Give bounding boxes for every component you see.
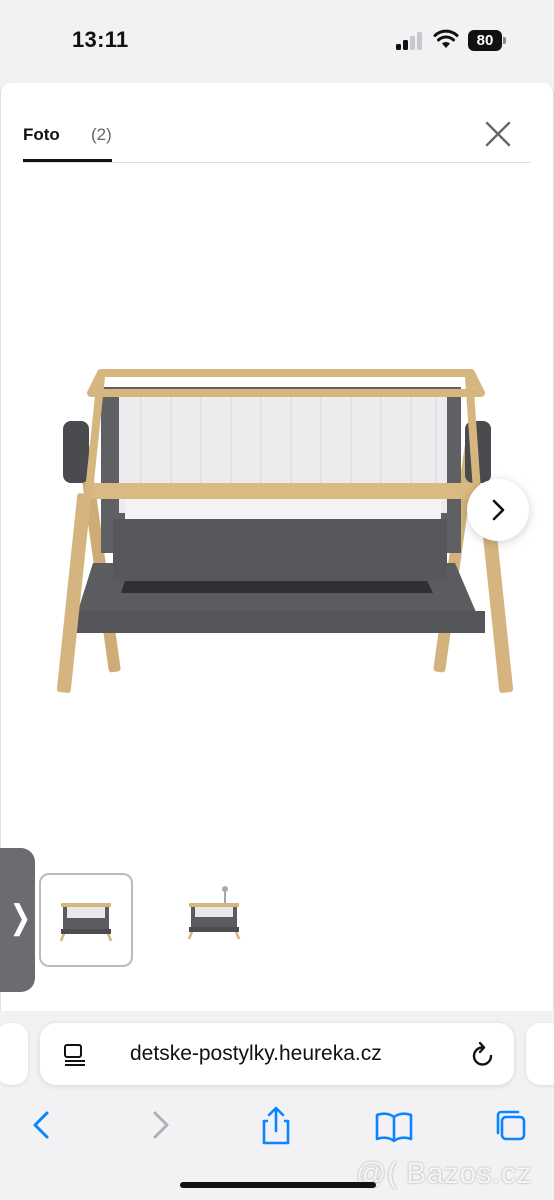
watermark: @( Bazos.cz (356, 1157, 532, 1190)
home-indicator (180, 1182, 376, 1188)
share-icon (262, 1106, 290, 1145)
thumbnail-crib-image (59, 903, 113, 942)
reload-icon[interactable] (470, 1041, 496, 1069)
tabs-icon (496, 1110, 526, 1141)
battery-tip (503, 37, 506, 44)
next-photo-button[interactable] (467, 479, 529, 541)
photo-gallery-modal: Foto (2) ❭ (0, 83, 554, 1011)
chevron-right-icon (153, 1111, 169, 1139)
tab-foto-label: Foto (23, 125, 60, 144)
wifi-icon (433, 29, 459, 48)
product-image-crib (56, 369, 514, 693)
next-tab-peek[interactable] (526, 1023, 554, 1085)
thumbnail-2[interactable] (167, 873, 261, 967)
page-menu-icon (64, 1044, 85, 1066)
status-time: 13:11 (72, 27, 129, 52)
chevron-right-icon (492, 499, 505, 521)
side-tab-glyph: ❭ (7, 899, 34, 935)
side-expand-tab[interactable]: ❭ (0, 848, 35, 992)
back-button[interactable] (20, 1105, 64, 1149)
close-icon (485, 121, 511, 147)
address-bar[interactable]: detske-postylky.heureka.cz (40, 1023, 514, 1085)
thumbnail-crib-image-2 (187, 886, 241, 940)
bookmarks-button[interactable] (372, 1105, 416, 1149)
status-bar: 13:11 80 (0, 0, 554, 84)
previous-tab-peek[interactable] (0, 1023, 28, 1085)
thumbnail-1[interactable] (39, 873, 133, 967)
chevron-left-icon (33, 1111, 49, 1139)
share-button[interactable] (254, 1105, 298, 1149)
close-button[interactable] (479, 115, 517, 153)
url-text: detske-postylky.heureka.cz (130, 1042, 382, 1065)
signal-icon (396, 32, 424, 50)
tabs-button[interactable] (490, 1105, 534, 1149)
book-icon (375, 1112, 413, 1143)
tab-foto-count: (2) (91, 125, 112, 144)
battery-indicator: 80 (468, 30, 502, 51)
forward-button[interactable] (138, 1105, 182, 1149)
browser-chrome: detske-postylky.heureka.cz @( Bazos.cz (0, 1011, 554, 1200)
tab-divider (23, 162, 531, 163)
